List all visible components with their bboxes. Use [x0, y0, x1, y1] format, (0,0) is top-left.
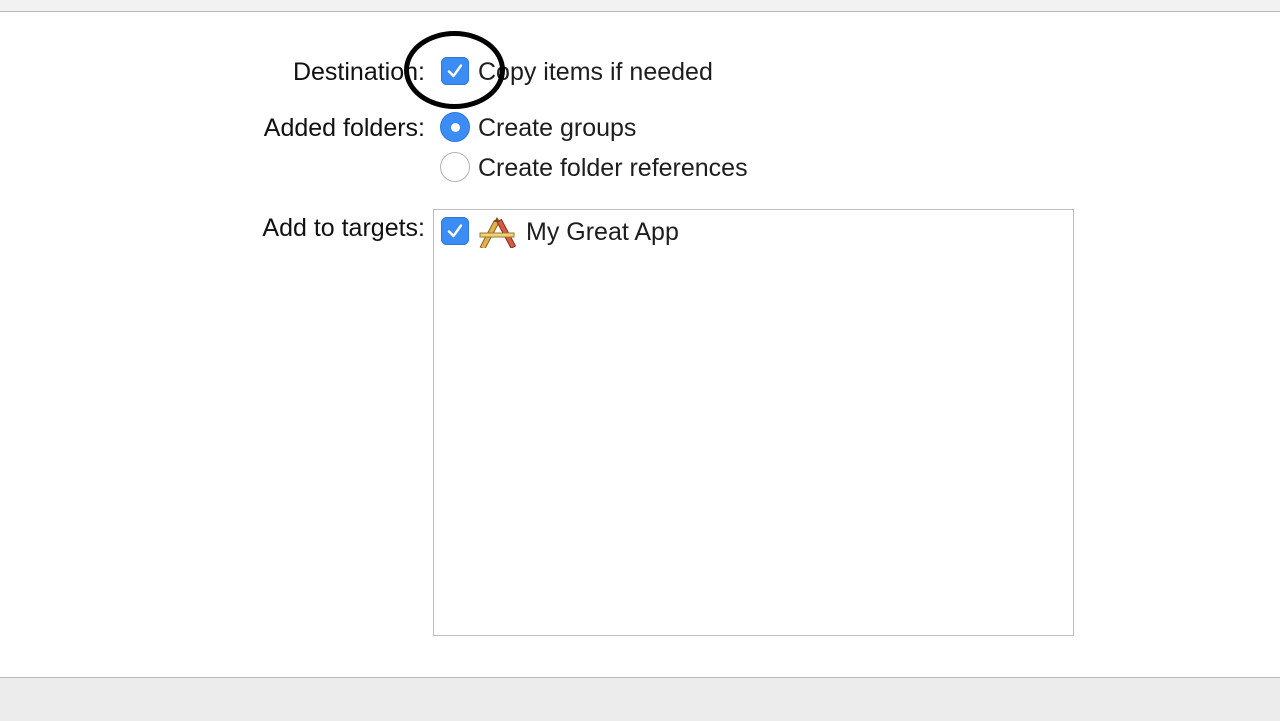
sheet-top-bar — [0, 0, 1280, 12]
target-checkbox-my-great-app[interactable] — [441, 217, 469, 245]
target-name-my-great-app[interactable]: My Great App — [526, 217, 679, 247]
create-groups-radio[interactable] — [440, 112, 470, 142]
copy-items-label[interactable]: Copy items if needed — [478, 57, 713, 87]
create-folder-references-radio[interactable] — [440, 152, 470, 182]
radio-dot — [451, 123, 460, 132]
destination-label: Destination: — [292, 58, 425, 86]
copy-items-checkbox[interactable] — [441, 57, 469, 85]
sheet-bottom-bar — [0, 677, 1280, 721]
checkmark-icon — [447, 224, 463, 238]
checkmark-icon — [447, 64, 463, 78]
app-icon — [479, 217, 516, 248]
add-to-targets-label: Add to targets: — [262, 214, 425, 242]
create-folder-references-label[interactable]: Create folder references — [478, 153, 748, 183]
targets-list[interactable] — [433, 209, 1074, 636]
create-groups-label[interactable]: Create groups — [478, 113, 636, 143]
added-folders-label: Added folders: — [263, 114, 425, 142]
